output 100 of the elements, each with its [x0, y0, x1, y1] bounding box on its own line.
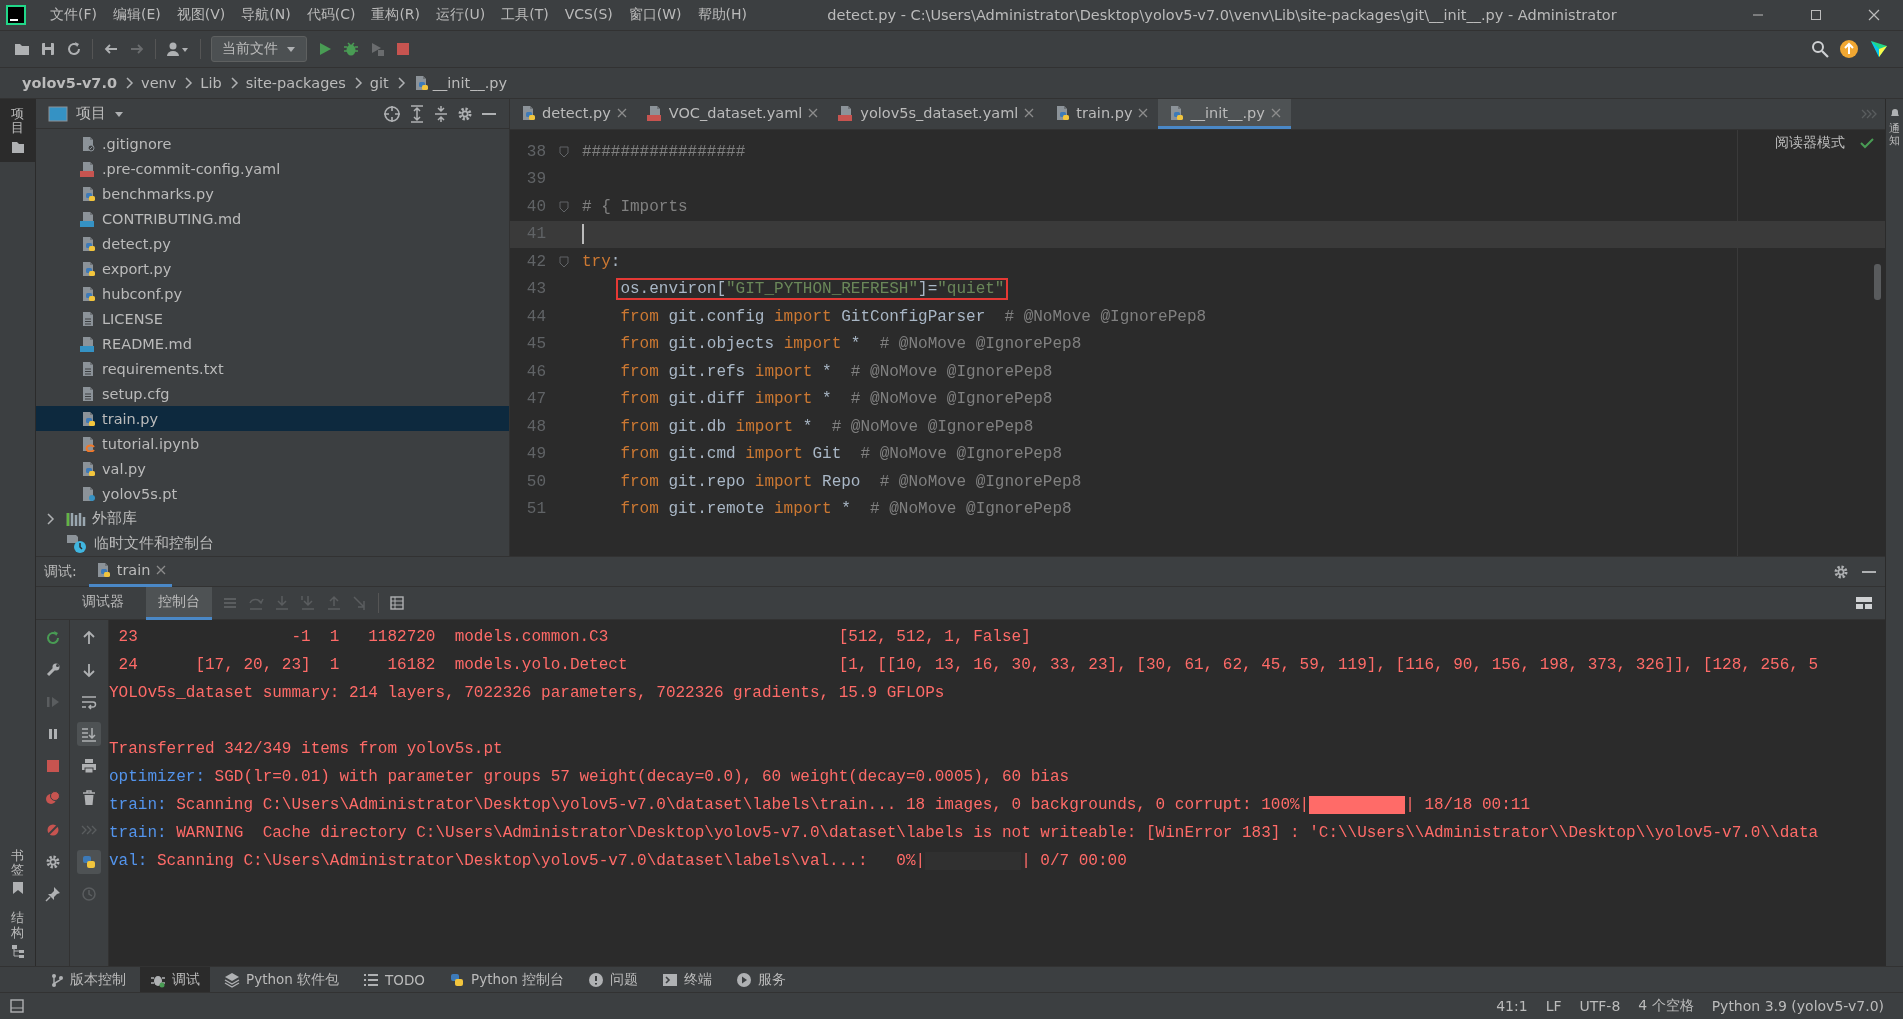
locate-icon[interactable]	[383, 104, 401, 123]
python-console-icon[interactable]	[81, 854, 97, 870]
tree-item[interactable]: .gitignore	[36, 131, 509, 156]
collapse-all-icon[interactable]	[433, 104, 449, 123]
status-item[interactable]: UTF-8	[1570, 998, 1630, 1014]
settings-icon[interactable]	[44, 854, 61, 870]
stop-icon[interactable]	[44, 758, 61, 774]
menu-item[interactable]: 代码(C)	[298, 6, 364, 24]
menu-item[interactable]: VCS(S)	[556, 6, 621, 24]
tree-item[interactable]: tutorial.ipynb	[36, 431, 509, 456]
close-icon[interactable]	[156, 565, 167, 575]
tree-item[interactable]: .pre-commit-config.yaml	[36, 156, 509, 181]
mute-breakpoints-icon[interactable]	[44, 822, 61, 838]
tree-item[interactable]: val.py	[36, 456, 509, 481]
stop-icon[interactable]	[395, 41, 411, 57]
tool-window-button[interactable]: 问题	[578, 966, 649, 993]
tree-item[interactable]: CONTRIBUTING.md	[36, 206, 509, 231]
tool-window-button[interactable]: 调试	[140, 966, 210, 993]
breakpoints-icon[interactable]	[44, 790, 61, 806]
tool-window-button[interactable]: 书签	[0, 840, 35, 904]
breadcrumb-item[interactable]: venv	[141, 75, 177, 91]
menu-item[interactable]: 导航(N)	[233, 6, 299, 24]
menu-item[interactable]: 文件(F)	[42, 6, 105, 24]
product-logo-icon[interactable]	[1869, 39, 1889, 59]
breadcrumb-item[interactable]: yolov5-v7.0	[22, 75, 118, 91]
sync-icon[interactable]	[66, 41, 82, 57]
user-icon[interactable]	[166, 41, 190, 57]
scrollbar-thumb[interactable]	[1874, 264, 1881, 300]
tool-window-button[interactable]: Python 软件包	[214, 966, 350, 993]
reader-mode-link[interactable]: 阅读器模式	[1775, 134, 1845, 152]
panel-icon[interactable]	[10, 999, 24, 1013]
status-item[interactable]: 4 个空格	[1629, 997, 1703, 1015]
breadcrumb-item[interactable]: __init__.py	[432, 75, 508, 91]
editor-tab[interactable]: __init__.py	[1158, 99, 1291, 129]
pin-icon[interactable]	[44, 886, 61, 902]
tool-window-button[interactable]: 结构	[0, 903, 35, 966]
tool-window-button[interactable]: 项目	[0, 99, 35, 162]
status-item[interactable]: LF	[1536, 998, 1571, 1014]
settings-icon[interactable]	[1833, 563, 1849, 580]
editor-tab[interactable]: VOC_dataset.yaml	[636, 99, 829, 129]
panel-tab[interactable]: 控制台	[146, 586, 212, 620]
menu-item[interactable]: 视图(V)	[168, 6, 234, 24]
menu-item[interactable]: 编辑(E)	[105, 6, 169, 24]
editor-tab[interactable]: detect.py	[510, 99, 637, 129]
close-icon[interactable]	[1270, 107, 1281, 118]
tree-item[interactable]: benchmarks.py	[36, 181, 509, 206]
editor-tab[interactable]: train.py	[1044, 99, 1159, 129]
tree-item[interactable]: setup.cfg	[36, 381, 509, 406]
tree-item[interactable]: detect.py	[36, 231, 509, 256]
run-icon[interactable]	[317, 41, 333, 57]
close-icon[interactable]	[1138, 107, 1149, 118]
close-icon[interactable]	[808, 107, 819, 118]
layout-icon[interactable]	[1855, 595, 1873, 611]
tree-item[interactable]: 外部库	[36, 506, 509, 531]
tool-window-button[interactable]: 版本控制	[40, 966, 136, 993]
folder-icon[interactable]	[14, 41, 30, 57]
breadcrumb-item[interactable]: git	[369, 75, 389, 91]
fold-icon[interactable]	[559, 200, 569, 213]
wrench-icon[interactable]	[44, 662, 61, 678]
table-icon[interactable]	[389, 595, 405, 611]
settings-icon[interactable]	[457, 105, 473, 122]
close-icon[interactable]	[1868, 9, 1880, 21]
tool-window-button[interactable]: 通知	[1886, 107, 1903, 148]
rerun-icon[interactable]	[44, 630, 61, 646]
editor-tab[interactable]: yolov5s_dataset.yaml	[828, 99, 1045, 129]
menu-item[interactable]: 帮助(H)	[689, 6, 755, 24]
expand-all-icon[interactable]	[409, 104, 425, 123]
scroll-to-end-icon[interactable]	[81, 726, 97, 742]
tool-window-button[interactable]: TODO	[353, 966, 435, 993]
fold-icon[interactable]	[559, 255, 569, 268]
up-arrow-icon[interactable]	[81, 630, 97, 646]
status-item[interactable]: 41:1	[1487, 998, 1537, 1014]
print-icon[interactable]	[81, 758, 97, 774]
update-icon[interactable]	[1839, 39, 1859, 59]
fold-icon[interactable]	[559, 145, 569, 158]
trash-icon[interactable]	[81, 790, 97, 806]
menu-item[interactable]: 重构(R)	[363, 6, 429, 24]
close-icon[interactable]	[616, 107, 627, 118]
down-arrow-icon[interactable]	[81, 662, 97, 678]
menu-item[interactable]: 工具(T)	[493, 6, 557, 24]
tree-item[interactable]: export.py	[36, 256, 509, 281]
search-icon[interactable]	[1811, 40, 1829, 58]
tool-window-button[interactable]: Python 控制台	[439, 966, 575, 993]
tool-window-button[interactable]: 服务	[726, 966, 797, 993]
tree-item[interactable]: 临时文件和控制台	[36, 531, 509, 556]
close-icon[interactable]	[1024, 107, 1035, 118]
menu-item[interactable]: 运行(U)	[428, 6, 494, 24]
tree-item[interactable]: train.py	[36, 406, 509, 431]
breadcrumb-item[interactable]: Lib	[200, 75, 222, 91]
run-configuration-dropdown[interactable]: 当前文件	[211, 36, 307, 62]
tree-item[interactable]: README.md	[36, 331, 509, 356]
status-item[interactable]: Python 3.9 (yolov5-v7.0)	[1702, 998, 1893, 1014]
debug-icon[interactable]	[343, 41, 359, 57]
tool-window-button[interactable]: 终端	[652, 966, 723, 993]
maximize-icon[interactable]	[1810, 9, 1822, 21]
tree-item[interactable]: requirements.txt	[36, 356, 509, 381]
tree-item[interactable]: hubconf.py	[36, 281, 509, 306]
tree-item[interactable]: LICENSE	[36, 306, 509, 331]
breadcrumb-item[interactable]: site-packages	[245, 75, 346, 91]
tree-item[interactable]: yolov5s.pt	[36, 481, 509, 506]
